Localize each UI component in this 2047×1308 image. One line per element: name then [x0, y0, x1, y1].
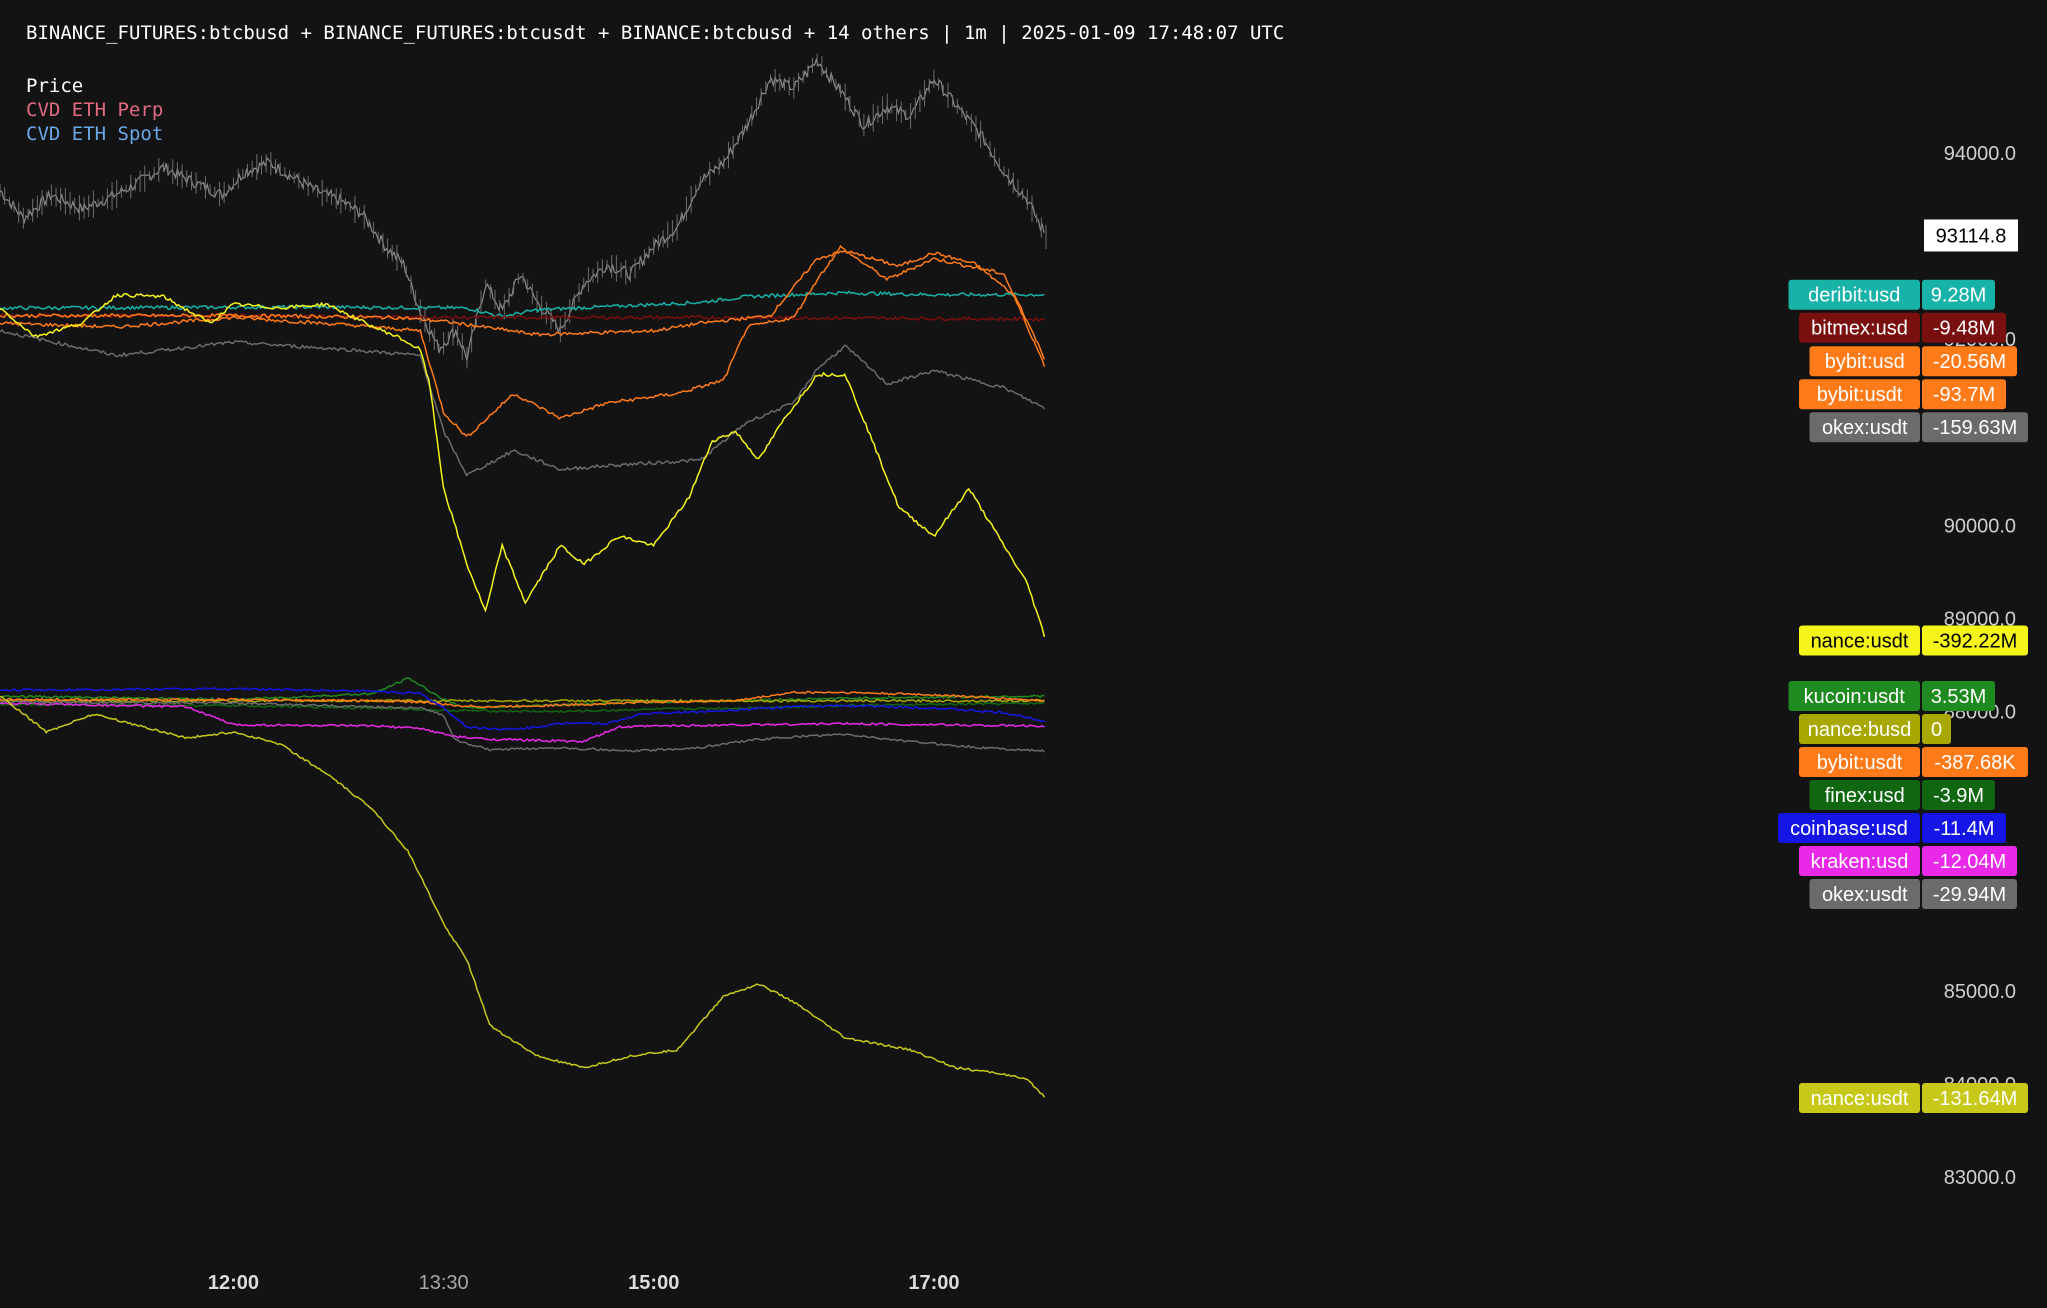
- cvd-perp-label-deribit-usd: deribit:usd 9.28M: [1788, 279, 1995, 310]
- cvd-perp-line-deribit-usd: [0, 290, 1045, 319]
- cvd-perp-label-bitmex-usd: bitmex:usd -9.48M: [1799, 312, 2006, 343]
- svg-text:3.53M: 3.53M: [1931, 686, 1987, 708]
- cvd-perp-label-bybit-usd: bybit:usd -20.56M: [1809, 346, 2017, 377]
- cvd-spot-line-kraken-usd: [0, 702, 1045, 744]
- time-tick-label: 15:00: [628, 1272, 679, 1294]
- svg-text:nance:usdt: nance:usdt: [1811, 631, 1909, 653]
- svg-text:-20.56M: -20.56M: [1933, 351, 2006, 373]
- svg-text:0: 0: [1931, 719, 1942, 741]
- svg-text:-29.94M: -29.94M: [1933, 884, 2006, 906]
- svg-text:-11.4M: -11.4M: [1934, 818, 1995, 840]
- cvd-spot-line-bybit-usdt: [0, 690, 1045, 709]
- cvd-spot-label-okex-usdt: okex:usdt -29.94M: [1809, 879, 2017, 909]
- legend-item-cvd-spot[interactable]: CVD ETH Spot: [26, 122, 163, 146]
- legend-item-cvd-perp[interactable]: CVD ETH Perp: [26, 98, 163, 122]
- cvd-spot-label-finex-usd: finex:usd -3.9M: [1809, 780, 1995, 810]
- svg-text:bybit:usdt: bybit:usdt: [1817, 752, 1903, 774]
- svg-text:kraken:usd: kraken:usd: [1811, 851, 1909, 873]
- legend-item-price[interactable]: Price: [26, 74, 163, 98]
- price-tick-label: 83000.0: [1944, 1167, 2016, 1189]
- cvd-perp-label-okex-usdt: okex:usdt -159.63M: [1809, 412, 2028, 443]
- svg-text:nance:usdt: nance:usdt: [1811, 1088, 1909, 1110]
- svg-text:okex:usdt: okex:usdt: [1822, 884, 1908, 906]
- svg-text:coinbase:usd: coinbase:usd: [1790, 818, 1908, 840]
- svg-text:nance:busd: nance:busd: [1808, 719, 1911, 741]
- cvd-perp-line-bybit-usdt: [0, 244, 1046, 438]
- svg-text:-9.48M: -9.48M: [1933, 318, 1995, 340]
- cvd-perp-label-nance-usdt: nance:usdt -392.22M: [1799, 625, 2028, 656]
- cvd-perp-line-nance-usdt: [0, 292, 1046, 637]
- svg-text:-392.22M: -392.22M: [1933, 631, 2018, 653]
- cvd-perp-label-bybit-usdt: bybit:usdt -93.7M: [1799, 379, 2006, 410]
- cvd-spot-series: [0, 677, 1046, 1098]
- svg-text:-12.04M: -12.04M: [1933, 851, 2006, 873]
- svg-text:finex:usd: finex:usd: [1825, 785, 1905, 807]
- cvd-spot-label-kucoin-usdt: kucoin:usdt 3.53M: [1788, 681, 1995, 711]
- cvd-spot-label-nance-usdt: nance:usdt -131.64M: [1799, 1083, 2028, 1113]
- time-axis: 12:00 13:30 15:00 17:00: [208, 1272, 960, 1294]
- cvd-spot-label-kraken-usd: kraken:usd -12.04M: [1799, 846, 2017, 876]
- chart-title: BINANCE_FUTURES:btcbusd + BINANCE_FUTURE…: [26, 22, 1285, 44]
- svg-text:bitmex:usd: bitmex:usd: [1811, 318, 1908, 340]
- cvd-spot-line-nance-busd: [0, 698, 1045, 703]
- price-tick-label: 85000.0: [1944, 981, 2016, 1003]
- svg-text:deribit:usd: deribit:usd: [1808, 285, 1900, 307]
- cvd-perp-series: [0, 244, 1046, 637]
- legend: Price CVD ETH Perp CVD ETH Spot: [26, 74, 163, 146]
- svg-text:-3.9M: -3.9M: [1933, 785, 1984, 807]
- cvd-spot-label-nance-busd: nance:busd 0: [1799, 714, 1951, 744]
- svg-text:kucoin:usdt: kucoin:usdt: [1804, 686, 1906, 708]
- price-tick-label: 94000.0: [1944, 143, 2016, 165]
- cvd-spot-label-coinbase-usd: coinbase:usd -11.4M: [1778, 813, 2006, 843]
- svg-text:-387.68K: -387.68K: [1934, 752, 2016, 774]
- time-tick-label: 17:00: [908, 1272, 959, 1294]
- chart-canvas[interactable]: 94000.092000.090000.089000.088000.085000…: [0, 0, 2047, 1308]
- svg-text:okex:usdt: okex:usdt: [1822, 417, 1908, 439]
- time-tick-label: 13:30: [419, 1272, 469, 1294]
- svg-text:bybit:usdt: bybit:usdt: [1817, 384, 1903, 406]
- cvd-perp-line-okex-usdt: [0, 329, 1045, 477]
- current-price-label: 93114.8: [1936, 225, 2007, 247]
- cvd-spot-line-okex-usdt: [0, 700, 1045, 753]
- svg-text:bybit:usd: bybit:usd: [1825, 351, 1905, 373]
- time-tick-label: 12:00: [208, 1272, 259, 1294]
- svg-text:9.28M: 9.28M: [1931, 285, 1987, 307]
- price-tick-label: 90000.0: [1944, 515, 2016, 537]
- cvd-spot-line-nance-usdt: [0, 696, 1046, 1098]
- svg-text:-159.63M: -159.63M: [1933, 417, 2018, 439]
- cvd-perp-line-bybit-usd: [0, 249, 1046, 360]
- cvd-spot-label-bybit-usdt: bybit:usdt -387.68K: [1799, 747, 2028, 777]
- svg-text:-93.7M: -93.7M: [1933, 384, 1995, 406]
- svg-text:-131.64M: -131.64M: [1933, 1088, 2018, 1110]
